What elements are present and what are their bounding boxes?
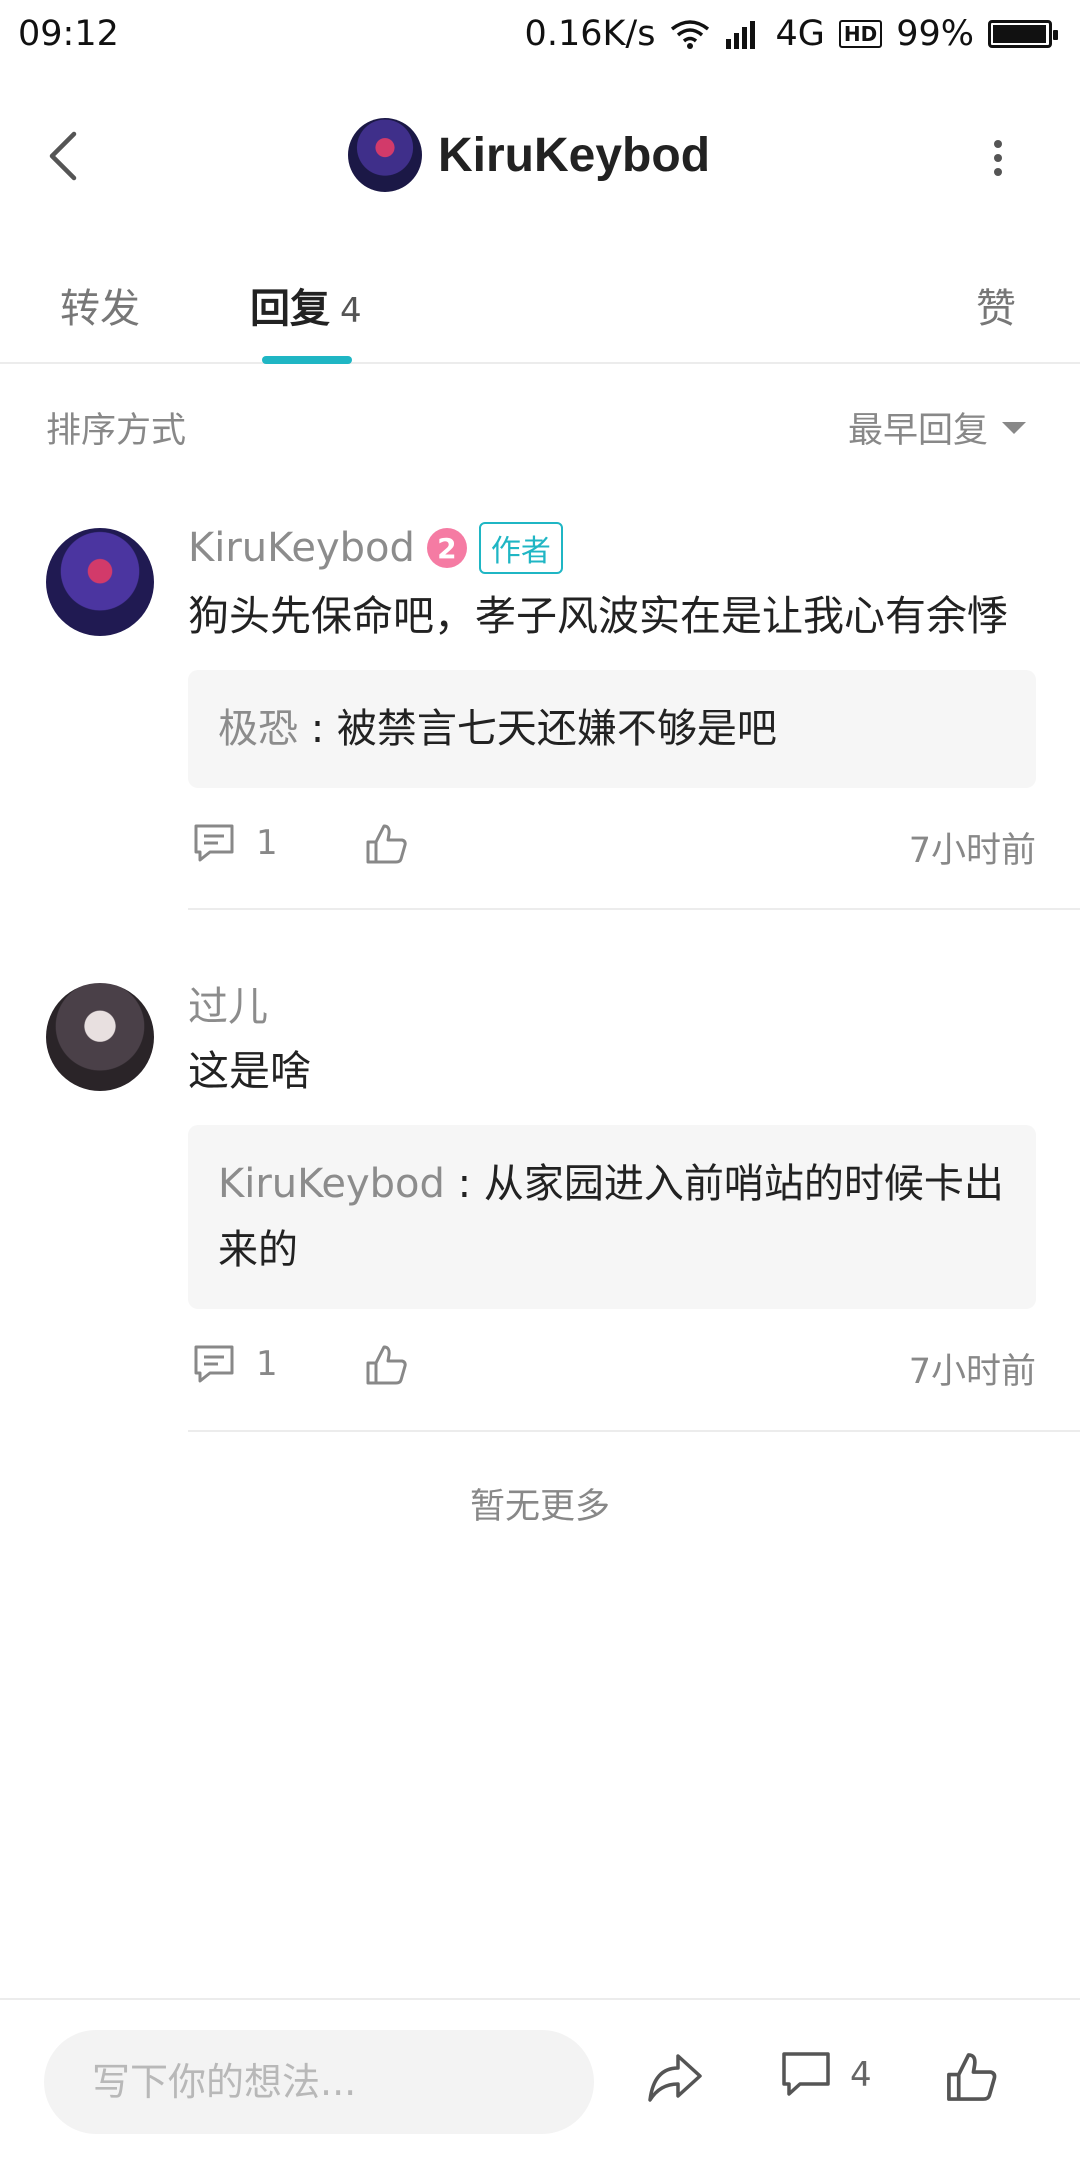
reply-quote[interactable]: 极恐 : 被禁言七天还嫌不够是吧 [188, 670, 1036, 788]
sort-dropdown[interactable]: 最早回复 [848, 402, 1027, 453]
comment-icon [194, 824, 234, 862]
comment-text[interactable]: 狗头先保命吧，孝子风波实在是让我心有余悸 [188, 586, 1036, 646]
thumbs-up-icon[interactable] [944, 2050, 998, 2104]
bottom-bar: 4 [0, 1998, 1080, 2160]
title-group[interactable]: KiruKeybod [348, 118, 710, 192]
battery-fill [993, 25, 1047, 43]
comment-username[interactable]: KiruKeybod [188, 525, 415, 571]
comment-count: 1 [256, 1344, 278, 1384]
status-time: 09:12 [18, 14, 119, 54]
quote-username: KiruKeybod [218, 1161, 445, 1207]
comment-icon [194, 1345, 234, 1383]
comment-button[interactable]: 4 [780, 2050, 872, 2100]
sort-label: 排序方式 [46, 411, 187, 451]
sort-bar: 排序方式 最早回复 [0, 390, 1080, 460]
comment-button[interactable]: 1 [192, 822, 278, 864]
caret-down-icon [1002, 421, 1027, 434]
status-right: 0.16K/s 4G HD 99% [524, 14, 1058, 54]
battery-percent: 99% [896, 14, 974, 54]
divider [188, 908, 1080, 910]
comment-header: KiruKeybod 2 作者 [188, 520, 1036, 576]
quote-separator: : [298, 706, 337, 752]
tab-bar: 转发 回复 4 赞 [0, 236, 1080, 364]
top-bar: KiruKeybod [0, 76, 1080, 236]
tab-reply[interactable]: 回复 4 [250, 276, 362, 334]
more-vertical-icon[interactable] [988, 134, 1008, 186]
comment-username[interactable]: 过儿 [188, 974, 268, 1032]
tab-forward[interactable]: 转发 [60, 276, 140, 334]
quote-username: 极恐 [218, 706, 298, 752]
comment-icon [782, 2052, 830, 2096]
quote-separator: : [444, 1161, 484, 1207]
sort-selected: 最早回复 [848, 411, 989, 451]
wifi-icon [671, 20, 710, 49]
like-button[interactable] [364, 1343, 408, 1387]
comment-count: 1 [256, 823, 278, 863]
share-icon[interactable] [646, 2050, 704, 2106]
tab-reply-count: 4 [340, 291, 362, 331]
level-badge: 2 [426, 528, 467, 568]
divider [188, 1430, 1080, 1432]
comment-body: 过儿 这是啥 KiruKeybod : 从家园进入前哨站的时候卡出来的 1 7小… [188, 975, 1036, 1419]
avatar [348, 118, 422, 192]
tab-active-indicator [262, 356, 352, 364]
quote-text: 被禁言七天还嫌不够是吧 [336, 706, 777, 752]
like-button[interactable] [364, 822, 408, 866]
comment-header: 过儿 [188, 975, 1036, 1031]
comment-input[interactable] [44, 2030, 594, 2134]
comment-text[interactable]: 这是啥 [188, 1041, 1036, 1101]
network-speed: 0.16K/s [524, 14, 656, 54]
battery-icon [988, 20, 1058, 48]
comment-actions: 1 7小时前 [188, 1309, 1036, 1419]
comment-button[interactable]: 1 [192, 1343, 278, 1385]
thumbs-up-icon [366, 1345, 407, 1385]
status-bar: 09:12 0.16K/s 4G HD 99% [0, 0, 1080, 76]
author-badge: 作者 [478, 522, 563, 574]
signal-icon [726, 21, 756, 49]
chevron-left-icon[interactable] [40, 126, 90, 186]
tab-like[interactable]: 赞 [976, 276, 1016, 334]
no-more-text: 暂无更多 [469, 1487, 610, 1527]
comment-body: KiruKeybod 2 作者 狗头先保命吧，孝子风波实在是让我心有余悸 极恐 … [188, 520, 1036, 898]
comment-time: 7小时前 [908, 831, 1036, 871]
avatar[interactable] [46, 983, 154, 1091]
page-title: KiruKeybod [438, 128, 711, 182]
comment-actions: 1 7小时前 [188, 788, 1036, 898]
hd-badge: HD [838, 20, 883, 48]
bottom-comment-count: 4 [850, 2055, 872, 2095]
thumbs-up-icon [366, 824, 407, 864]
network-type: 4G [775, 14, 825, 54]
comment-time: 7小时前 [908, 1352, 1036, 1392]
avatar[interactable] [46, 528, 154, 636]
reply-quote[interactable]: KiruKeybod : 从家园进入前哨站的时候卡出来的 [188, 1125, 1036, 1309]
tab-reply-label: 回复 [250, 286, 330, 332]
